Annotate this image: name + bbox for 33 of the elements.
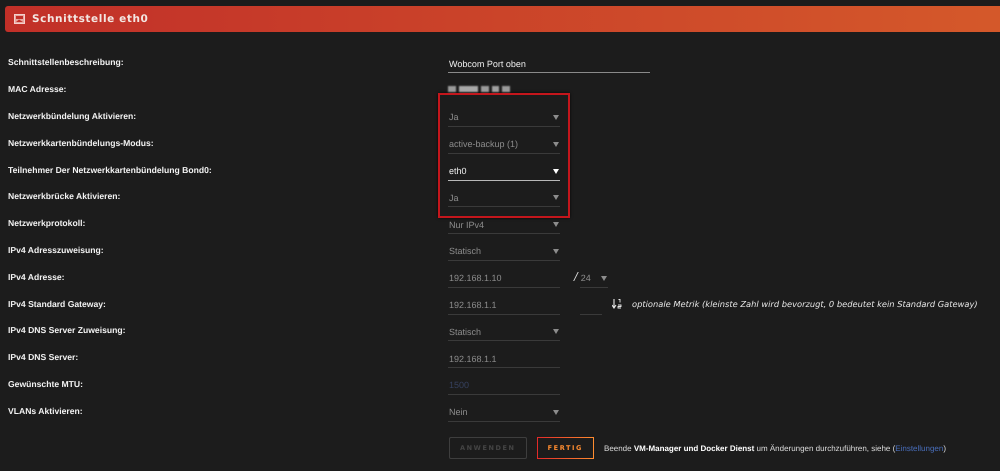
settings-link[interactable]: Einstellungen <box>895 444 944 453</box>
field-label: VLANs Aktivieren: <box>8 404 84 418</box>
caret-icon <box>553 168 559 174</box>
field-label: Netzwerkbrücke Aktivieren: <box>8 190 122 204</box>
caret-icon <box>553 329 559 334</box>
select-field[interactable]: eth0 <box>448 162 560 181</box>
field-label: Netzwerkprotokoll: <box>8 217 86 230</box>
input-field[interactable]: Wobcom Port oben <box>448 55 650 74</box>
field-label: IPv4 Standard Gateway: <box>8 298 107 311</box>
field-label: Netzwerkkartenbündelungs-Modus: <box>8 136 155 150</box>
field-label: Gewünschte MTU: <box>8 378 84 391</box>
caret-icon <box>553 114 559 120</box>
field-label: Teilnehmer Der Netzwerkkartenbündelung Bond0: <box>8 164 213 177</box>
metric-hint: optionale Metrik (kleinste Zahl wird bevorzugt, 0 bedeutet kein Standard Gateway) <box>632 298 978 309</box>
field-label: IPv4 Adresse: <box>8 270 66 284</box>
field-label: Schnittstellenbeschreibung: <box>8 56 125 70</box>
image-icon <box>14 14 25 24</box>
panel-title: Schnittstelle eth0 <box>32 13 148 25</box>
restart-note: Beende VM-Manager und Docker Dienst um Änderungen durchzuführen, siehe (Einstellungen) <box>604 444 946 453</box>
caret-icon <box>553 248 559 254</box>
field-label: IPv4 DNS Server: <box>8 351 80 364</box>
field-label: IPv4 DNS Server Zuweisung: <box>8 324 126 338</box>
sort-icon <box>612 298 622 309</box>
blurred-address-icon <box>448 85 510 94</box>
caret-icon <box>553 410 559 415</box>
caret-icon <box>553 222 559 228</box>
field-label: Netzwerkbündelung Aktivieren: <box>8 110 138 123</box>
caret-icon <box>553 142 559 147</box>
caret-icon <box>600 276 607 281</box>
field-label: IPv4 Adresszuweisung: <box>8 244 105 257</box>
separator-text: / <box>574 270 578 284</box>
field-label: MAC Adresse: <box>8 83 68 96</box>
caret-icon <box>553 195 559 200</box>
